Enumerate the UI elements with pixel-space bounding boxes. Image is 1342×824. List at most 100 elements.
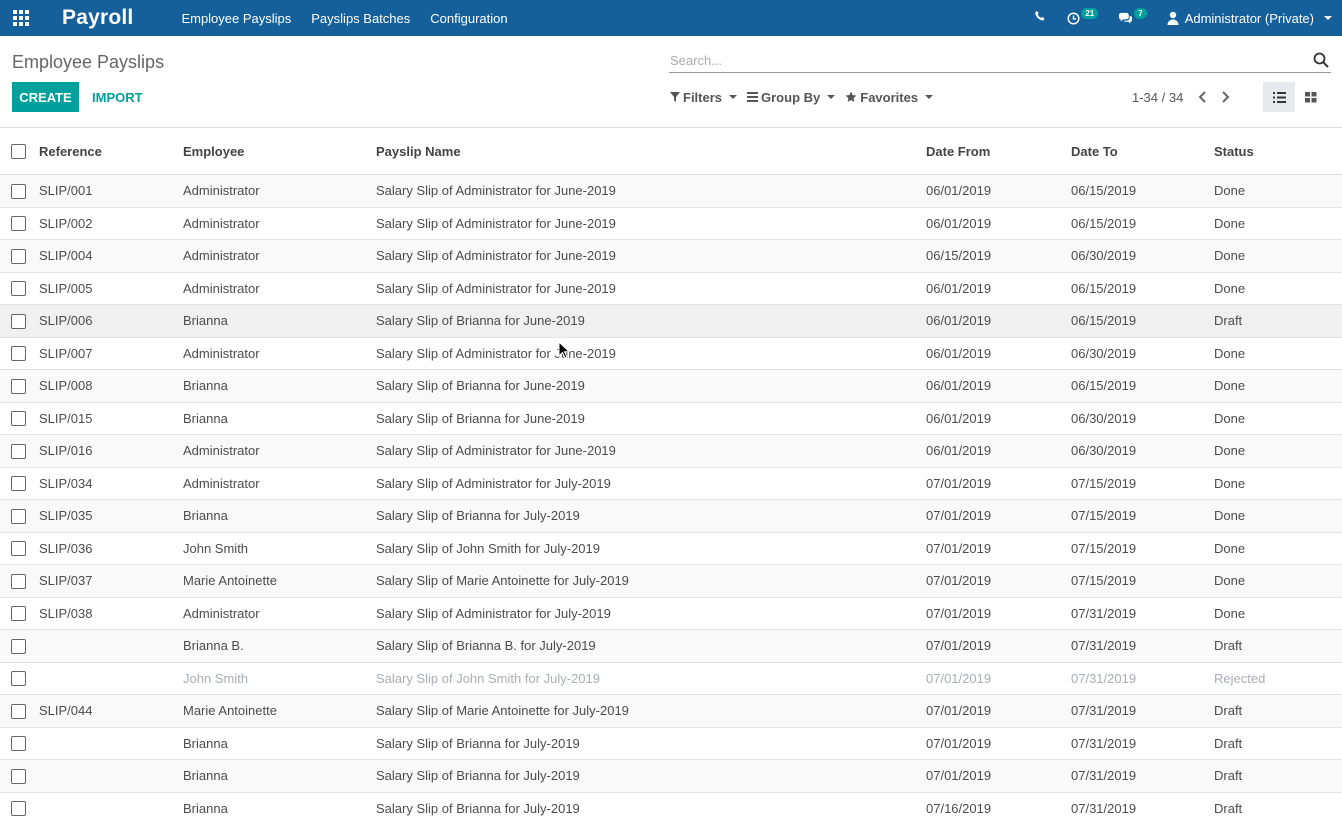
pager-value[interactable]: 1-34 / 34: [1132, 82, 1183, 112]
row-checkbox[interactable]: [11, 313, 26, 329]
row-select-cell[interactable]: [0, 694, 39, 727]
chevron-right-icon[interactable]: [1221, 91, 1231, 103]
cell-employee: Administrator: [183, 206, 376, 240]
cell-status: Done: [1214, 466, 1342, 500]
create-button[interactable]: CREATE: [12, 82, 79, 112]
row-select-cell[interactable]: [0, 271, 39, 305]
row-checkbox[interactable]: [11, 736, 26, 752]
row-checkbox[interactable]: [11, 703, 26, 719]
cell-payslip-name: Salary Slip of Administrator for June-20…: [376, 174, 926, 207]
row-checkbox[interactable]: [11, 281, 26, 297]
row-select-cell[interactable]: [0, 759, 39, 792]
row-select-cell[interactable]: [0, 726, 39, 760]
row-select-cell[interactable]: [0, 791, 39, 824]
search-icon[interactable]: [1313, 52, 1329, 68]
row-checkbox[interactable]: [11, 638, 26, 654]
table-row[interactable]: SLIP/001 Administrator Salary Slip of Admi…: [0, 174, 1342, 207]
row-select-cell[interactable]: [0, 564, 39, 597]
row-select-cell[interactable]: [0, 206, 39, 240]
row-checkbox[interactable]: [11, 183, 26, 199]
table-row[interactable]: SLIP/036 John Smith Salary Slip of John Sm…: [0, 531, 1342, 565]
row-checkbox[interactable]: [11, 768, 26, 784]
table-row[interactable]: Brianna Salary Slip of Brianna for July-2…: [0, 791, 1342, 824]
kanban-view-button[interactable]: [1295, 82, 1327, 112]
filters-dropdown[interactable]: Filters: [670, 90, 738, 105]
select-all-cell[interactable]: [0, 128, 39, 175]
column-payslip-name[interactable]: Payslip Name: [376, 128, 926, 175]
favorites-dropdown[interactable]: Favorites: [845, 90, 934, 105]
table-row[interactable]: SLIP/002 Administrator Salary Slip of Admi…: [0, 206, 1342, 240]
table-row[interactable]: SLIP/006 Brianna Salary Slip of Brianna fo…: [0, 304, 1342, 337]
column-reference[interactable]: Reference: [39, 128, 183, 175]
row-checkbox[interactable]: [11, 216, 26, 232]
phone-icon[interactable]: [1034, 10, 1047, 26]
row-select-cell[interactable]: [0, 466, 39, 500]
table-row[interactable]: John Smith Salary Slip of John Smith for …: [0, 661, 1342, 695]
table-row[interactable]: Brianna B. Salary Slip of Brianna B. for …: [0, 629, 1342, 662]
table-row[interactable]: SLIP/008 Brianna Salary Slip of Brianna fo…: [0, 369, 1342, 402]
apps-menu-icon[interactable]: [0, 0, 42, 36]
column-employee[interactable]: Employee: [183, 128, 376, 175]
row-checkbox[interactable]: [11, 248, 26, 264]
row-checkbox[interactable]: [11, 443, 26, 459]
column-date-from[interactable]: Date From: [926, 128, 1071, 175]
cell-date-from: 06/01/2019: [926, 174, 1071, 207]
row-select-cell[interactable]: [0, 531, 39, 565]
row-select-cell[interactable]: [0, 596, 39, 630]
row-checkbox[interactable]: [11, 508, 26, 524]
user-menu[interactable]: Administrator (Private): [1167, 11, 1332, 26]
row-select-cell[interactable]: [0, 499, 39, 532]
activity-button[interactable]: 21: [1067, 7, 1099, 25]
row-checkbox[interactable]: [11, 411, 26, 427]
table-row[interactable]: SLIP/004 Administrator Salary Slip of Admi…: [0, 239, 1342, 272]
cell-employee: Administrator: [183, 596, 376, 630]
list-view-button[interactable]: [1263, 82, 1295, 112]
messages-button[interactable]: 7: [1118, 7, 1147, 25]
row-select-cell[interactable]: [0, 174, 39, 207]
table-row[interactable]: SLIP/037 Marie Antoinette Salary Slip of M…: [0, 564, 1342, 597]
cell-date-from: 07/16/2019: [926, 791, 1071, 824]
row-checkbox[interactable]: [11, 541, 26, 557]
table-row[interactable]: Brianna Salary Slip of Brianna for July-2…: [0, 759, 1342, 792]
menu-payslips-batches[interactable]: Payslips Batches: [311, 11, 410, 26]
cell-date-from: 06/01/2019: [926, 271, 1071, 305]
row-select-cell[interactable]: [0, 434, 39, 467]
row-select-cell[interactable]: [0, 336, 39, 370]
row-select-cell[interactable]: [0, 401, 39, 435]
table-row[interactable]: SLIP/034 Administrator Salary Slip of Admi…: [0, 466, 1342, 500]
cell-status: Done: [1214, 206, 1342, 240]
row-select-cell[interactable]: [0, 369, 39, 402]
row-checkbox[interactable]: [11, 346, 26, 362]
cell-date-from: 06/15/2019: [926, 239, 1071, 272]
column-date-to[interactable]: Date To: [1071, 128, 1214, 175]
table-row[interactable]: SLIP/035 Brianna Salary Slip of Brianna fo…: [0, 499, 1342, 532]
table-row[interactable]: SLIP/015 Brianna Salary Slip of Brianna fo…: [0, 401, 1342, 435]
groupby-dropdown[interactable]: Group By: [747, 90, 836, 105]
row-select-cell[interactable]: [0, 661, 39, 695]
table-row[interactable]: SLIP/007 Administrator Salary Slip of Admi…: [0, 336, 1342, 370]
table-row[interactable]: SLIP/038 Administrator Salary Slip of Admi…: [0, 596, 1342, 630]
menu-employee-payslips[interactable]: Employee Payslips: [181, 11, 291, 26]
row-select-cell[interactable]: [0, 629, 39, 662]
cell-date-to: 06/15/2019: [1071, 271, 1214, 305]
select-all-checkbox[interactable]: [11, 144, 26, 160]
row-checkbox[interactable]: [11, 573, 26, 589]
page-title: Employee Payslips: [12, 52, 165, 72]
row-checkbox[interactable]: [11, 378, 26, 394]
menu-configuration[interactable]: Configuration: [430, 11, 507, 26]
row-checkbox[interactable]: [11, 801, 26, 817]
row-select-cell[interactable]: [0, 304, 39, 337]
table-row[interactable]: SLIP/044 Marie Antoinette Salary Slip of M…: [0, 694, 1342, 727]
chevron-left-icon[interactable]: [1197, 91, 1207, 103]
row-checkbox[interactable]: [11, 671, 26, 687]
app-brand[interactable]: Payroll: [62, 6, 133, 30]
table-row[interactable]: SLIP/005 Administrator Salary Slip of Admi…: [0, 271, 1342, 305]
import-button[interactable]: IMPORT: [92, 82, 143, 112]
row-checkbox[interactable]: [11, 476, 26, 492]
search-input[interactable]: [669, 50, 1291, 70]
table-row[interactable]: SLIP/016 Administrator Salary Slip of Admi…: [0, 434, 1342, 467]
column-status[interactable]: Status: [1214, 128, 1342, 175]
row-checkbox[interactable]: [11, 606, 26, 622]
table-row[interactable]: Brianna Salary Slip of Brianna for July-2…: [0, 726, 1342, 760]
row-select-cell[interactable]: [0, 239, 39, 272]
